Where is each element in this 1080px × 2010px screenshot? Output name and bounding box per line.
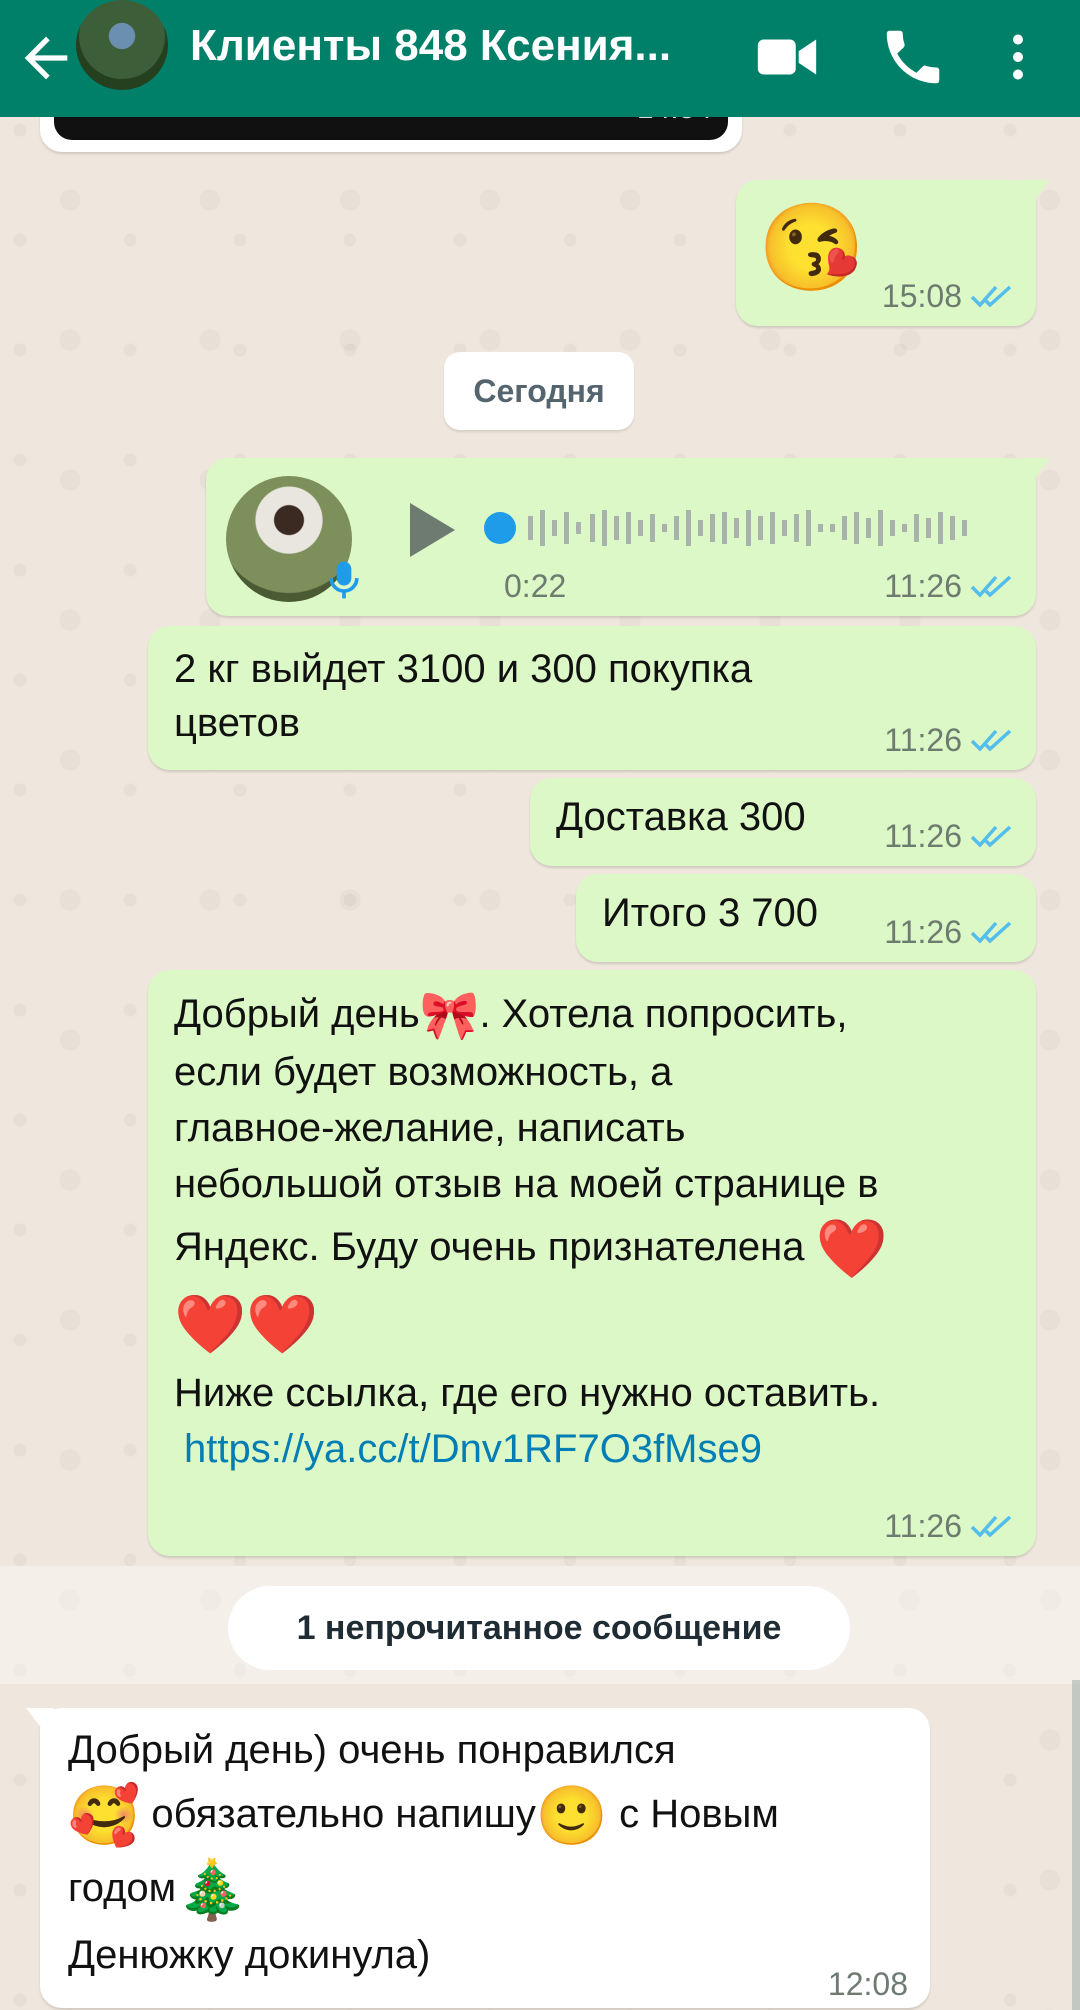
- microphone-icon: [329, 561, 359, 599]
- message-meta: 15:08: [882, 276, 1014, 316]
- play-icon[interactable]: [392, 494, 464, 566]
- voice-call-icon[interactable]: [878, 22, 948, 92]
- message-line: небольшой отзыв на моей странице в: [174, 1162, 879, 1207]
- message-meta: 11:26: [884, 912, 1014, 952]
- read-ticks-icon: [970, 729, 1012, 752]
- read-ticks-icon: [970, 921, 1012, 944]
- message-line: годом🎄: [68, 1852, 908, 1926]
- message-line: Яндекс. Буду очень признателена ❤️: [174, 1212, 1024, 1284]
- read-ticks-icon: [970, 1515, 1012, 1538]
- text-span: Яндекс. Буду очень признателена: [174, 1225, 805, 1270]
- message-line: 🥰 обязательно напишу🙂 с Новым: [68, 1778, 908, 1852]
- message-line: Ниже ссылка, где его нужно оставить.: [174, 1370, 881, 1415]
- unread-messages-divider: 1 непрочитанное сообщение: [228, 1586, 850, 1670]
- message-line: главное-желание, написать: [174, 1106, 686, 1151]
- message-text[interactable]: 2 кг выйдет 3100 и 300 покупка цветов 11…: [148, 626, 1036, 770]
- message-line: Добрый день) очень понравился: [68, 1728, 676, 1772]
- chat-title[interactable]: Клиенты 848 Ксения...: [190, 20, 700, 72]
- message-text[interactable]: Итого 3 700 11:26: [576, 874, 1036, 962]
- contact-avatar[interactable]: [76, 0, 168, 90]
- message-line: Добрый день🎀. Хотела попросить,: [174, 986, 1024, 1044]
- message-time: 11:26: [884, 1508, 962, 1544]
- date-divider: Сегодня: [444, 352, 634, 430]
- message-meta: 11:26: [884, 1506, 1014, 1546]
- chat-header: Клиенты 848 Ксения...: [0, 0, 1080, 117]
- message-meta: 11:26: [884, 816, 1014, 856]
- message-time: 11:26: [884, 568, 962, 604]
- scrollbar[interactable]: [1072, 1680, 1080, 2010]
- text-span: Добрый день: [174, 992, 420, 1036]
- message-meta: 11:26: [884, 566, 1014, 606]
- message-time: 12:08: [827, 1966, 908, 2002]
- smiling-hearts-emoji: 🥰: [68, 1783, 141, 1849]
- bow-emoji: 🎀: [419, 989, 480, 1043]
- message-time: 11:26: [884, 722, 962, 758]
- message-time: 11:26: [884, 914, 962, 950]
- read-ticks-icon: [970, 825, 1012, 848]
- more-options-icon[interactable]: [988, 22, 1048, 92]
- christmas-tree-emoji: 🎄: [176, 1857, 249, 1923]
- message-body: Добрый день🎀. Хотела попросить, если буд…: [174, 986, 1024, 1477]
- message-meta: 12:08: [828, 1964, 908, 2004]
- heart-emoji: ❤️: [815, 1216, 888, 1282]
- bubble-tail: [1022, 180, 1050, 206]
- message-body: 2 кг выйдет 3100 и 300 покупка цветов: [174, 647, 753, 745]
- review-link[interactable]: https://ya.cc/t/Dnv1RF7O3fMse9: [174, 1421, 1024, 1477]
- message-emoji: 😘: [758, 200, 866, 296]
- message-meta: 11:26: [884, 720, 1014, 760]
- incoming-message[interactable]: Добрый день) очень понравился 🥰 обязател…: [26, 1708, 930, 2008]
- voice-waveform[interactable]: [484, 498, 984, 558]
- message-body: Доставка 300: [556, 795, 806, 839]
- text-span: с Новым: [608, 1792, 779, 1836]
- text-span: годом: [68, 1866, 177, 1911]
- message-line: если будет возможность, а: [174, 1050, 673, 1095]
- video-call-icon[interactable]: [752, 22, 822, 92]
- bubble-tail: [1022, 458, 1050, 484]
- voice-message[interactable]: 0:22 11:26: [206, 458, 1050, 616]
- smile-emoji: 🙂: [535, 1783, 609, 1849]
- message-line: Денюжку докинула): [68, 1932, 431, 1977]
- message-body: Итого 3 700: [602, 891, 819, 935]
- text-span: обязательно напишу: [140, 1792, 536, 1836]
- message-emoji-kiss[interactable]: 😘 15:08: [736, 180, 1050, 326]
- message-text[interactable]: Доставка 300 11:26: [530, 778, 1036, 866]
- text-span: . Хотела попросить,: [479, 992, 848, 1036]
- message-text-long[interactable]: Добрый день🎀. Хотела попросить, если буд…: [148, 970, 1036, 1556]
- message-time: 15:08: [881, 278, 962, 314]
- voice-duration: 0:22: [504, 568, 567, 604]
- message-body: Добрый день) очень понравился 🥰 обязател…: [68, 1722, 908, 1983]
- read-ticks-icon: [970, 285, 1012, 308]
- message-time: 11:26: [884, 818, 962, 854]
- bubble-tail: [26, 1708, 54, 1734]
- back-arrow-icon[interactable]: [14, 26, 78, 90]
- hearts-line: ❤️❤️: [174, 1291, 319, 1357]
- read-ticks-icon: [970, 575, 1012, 598]
